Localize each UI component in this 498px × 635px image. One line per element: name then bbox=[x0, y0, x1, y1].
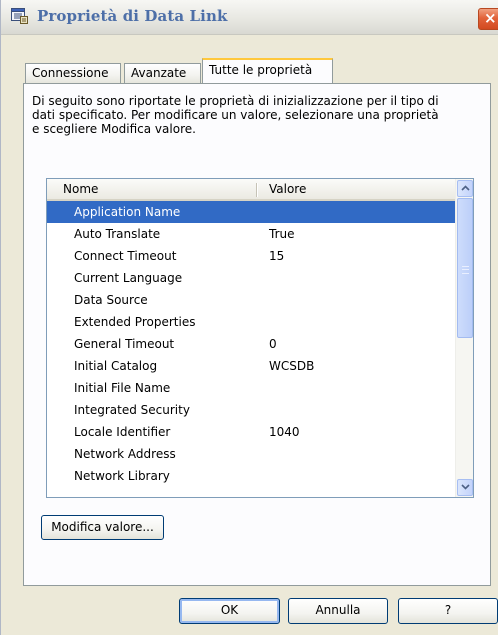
list-row[interactable]: Initial File Name bbox=[47, 377, 455, 399]
list-row[interactable]: Network Address bbox=[47, 443, 455, 465]
property-name: Network Address bbox=[74, 447, 176, 461]
tab-tutte-le-proprieta[interactable]: Tutte le proprietà bbox=[202, 58, 333, 83]
column-header-valore[interactable]: Valore bbox=[269, 182, 306, 196]
list-row[interactable]: Network Library bbox=[47, 465, 455, 487]
properties-list[interactable]: Nome Valore Application Name Auto Transl… bbox=[46, 178, 474, 498]
column-header-nome[interactable]: Nome bbox=[63, 182, 98, 196]
help-button[interactable]: ? bbox=[398, 598, 498, 624]
list-row[interactable]: General Timeout 0 bbox=[47, 333, 455, 355]
chevron-up-icon bbox=[460, 184, 470, 194]
scroll-up-button[interactable] bbox=[457, 180, 473, 197]
list-rows: Application Name Auto Translate True Con… bbox=[47, 201, 455, 487]
column-divider[interactable] bbox=[256, 183, 257, 197]
cancel-button[interactable]: Annulla bbox=[288, 598, 388, 624]
list-row[interactable]: Extended Properties bbox=[47, 311, 455, 333]
instructions-text: Di seguito sono riportate le proprietà d… bbox=[32, 94, 439, 136]
property-name: Initial Catalog bbox=[74, 359, 158, 373]
list-row[interactable]: Current Language bbox=[47, 267, 455, 289]
property-name: Connect Timeout bbox=[74, 249, 177, 263]
property-name: Application Name bbox=[74, 205, 181, 219]
close-button[interactable]: × bbox=[478, 8, 498, 30]
list-row[interactable]: Connect Timeout 15 bbox=[47, 245, 455, 267]
property-value: 0 bbox=[269, 337, 277, 351]
property-value: WCSDB bbox=[269, 359, 315, 373]
title-bar[interactable]: Proprietà di Data Link × bbox=[1, 0, 498, 35]
data-link-properties-window: Proprietà di Data Link × Connessione Ava… bbox=[0, 0, 498, 635]
list-row[interactable]: Application Name bbox=[47, 201, 455, 223]
property-name: Locale Identifier bbox=[74, 425, 171, 439]
list-header: Nome Valore bbox=[47, 179, 455, 201]
property-name: Current Language bbox=[74, 271, 183, 285]
property-name: Network Library bbox=[74, 469, 170, 483]
tab-label: Tutte le proprietà bbox=[209, 63, 313, 77]
scroll-down-button[interactable] bbox=[457, 479, 473, 496]
chevron-down-icon bbox=[460, 483, 470, 493]
property-value: 15 bbox=[269, 249, 285, 263]
list-row[interactable]: Initial Catalog WCSDB bbox=[47, 355, 455, 377]
tab-connessione[interactable]: Connessione bbox=[25, 63, 121, 83]
ok-button[interactable]: OK bbox=[179, 598, 280, 624]
list-row[interactable]: Data Source bbox=[47, 289, 455, 311]
tab-panel-all-properties: Di seguito sono riportate le proprietà d… bbox=[23, 83, 491, 586]
properties-window-icon bbox=[11, 8, 29, 24]
property-value: True bbox=[269, 227, 295, 241]
scrollbar-thumb[interactable] bbox=[457, 198, 473, 338]
property-name: General Timeout bbox=[74, 337, 175, 351]
tab-label: Avanzate bbox=[131, 66, 187, 80]
property-name: Integrated Security bbox=[74, 403, 190, 417]
vertical-scrollbar[interactable] bbox=[455, 179, 473, 497]
property-name: Extended Properties bbox=[74, 315, 196, 329]
list-row[interactable]: Locale Identifier 1040 bbox=[47, 421, 455, 443]
property-name: Data Source bbox=[74, 293, 148, 307]
close-x-icon: × bbox=[484, 9, 497, 27]
list-row[interactable]: Auto Translate True bbox=[47, 223, 455, 245]
list-row[interactable]: Integrated Security bbox=[47, 399, 455, 421]
edit-value-button[interactable]: Modifica valore... bbox=[41, 515, 164, 540]
window-title: Proprietà di Data Link bbox=[37, 7, 228, 25]
tab-avanzate[interactable]: Avanzate bbox=[124, 63, 201, 83]
tab-label: Connessione bbox=[32, 66, 109, 80]
grip-icon bbox=[462, 266, 469, 274]
property-name: Auto Translate bbox=[74, 227, 161, 241]
property-name: Initial File Name bbox=[74, 381, 171, 395]
property-value: 1040 bbox=[269, 425, 300, 439]
